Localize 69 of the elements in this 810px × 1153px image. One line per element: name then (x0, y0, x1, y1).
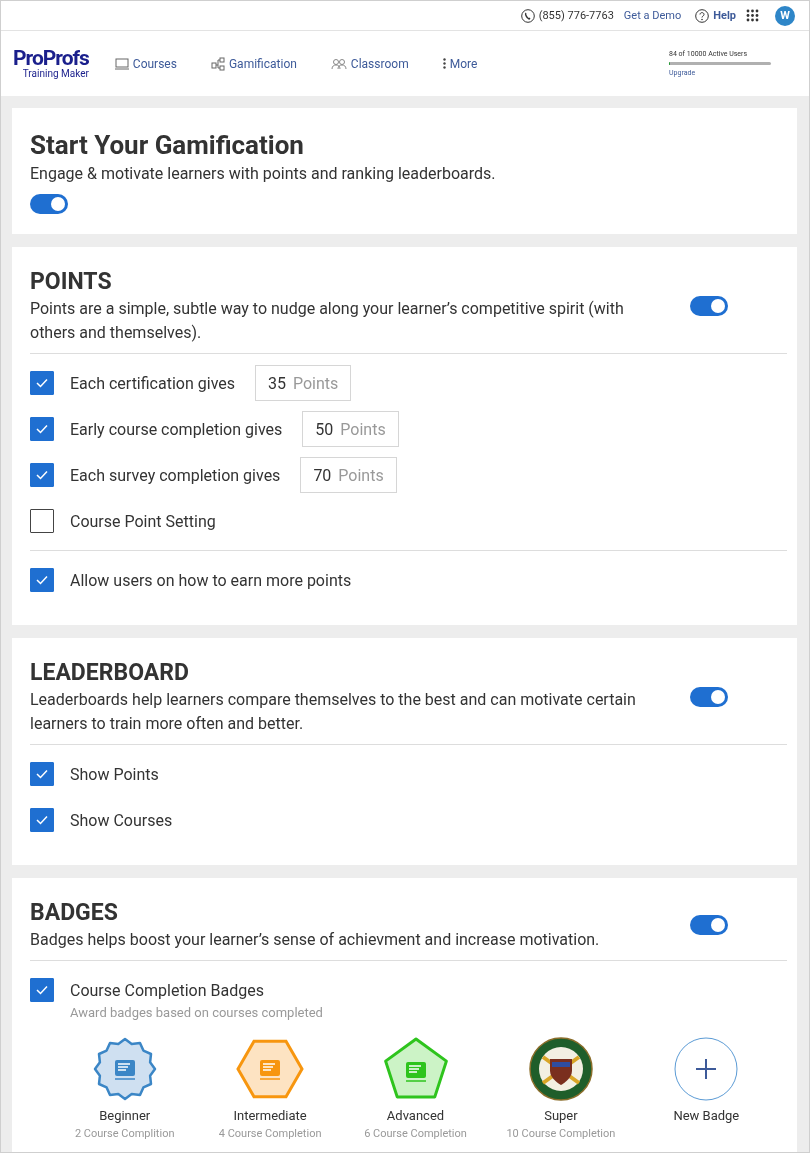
option-label: Course Completion Badges (70, 980, 264, 1000)
checkbox[interactable] (30, 978, 54, 1002)
option-label: Each certification gives (70, 373, 235, 393)
badge-icon (91, 1036, 158, 1102)
checkmark-icon (36, 769, 48, 779)
nav-link[interactable]: More (442, 56, 478, 71)
apps-grid-icon[interactable] (746, 9, 759, 22)
section-description: Badges helps boost your learner’s sense of achievment and increase motivation. (30, 929, 601, 951)
checkbox[interactable] (30, 371, 54, 395)
option-label: Allow users on how to earn more points (70, 570, 352, 590)
badge-requirement: 2 Course Complition (74, 1127, 175, 1140)
user-avatar[interactable]: W (775, 5, 795, 26)
checkmark-icon (36, 575, 48, 585)
toggle-switch[interactable] (690, 915, 728, 935)
emblem-icon (528, 1037, 593, 1101)
section-description: Points are a simple, subtle way to nudge along your learner’s competitive spirit (with others and themselves). (30, 298, 625, 344)
demo-link[interactable]: Get a Demo (623, 9, 682, 22)
points-field[interactable]: 50 Points (302, 411, 399, 447)
badge-icon (235, 1038, 306, 1100)
checkbox[interactable] (30, 463, 54, 487)
checkmark-icon (36, 985, 48, 995)
people-icon (330, 57, 347, 70)
checkbox[interactable] (30, 808, 54, 832)
checkmark-icon (36, 470, 48, 480)
badge-requirement: 10 Course Completion (506, 1127, 616, 1140)
badge-name: Beginner (99, 1108, 151, 1123)
option-label: Course Point Setting (70, 511, 216, 531)
section-title: BADGES (30, 898, 119, 928)
option-hint: Award badges based on courses completed (70, 1005, 324, 1020)
option-label: Show Courses (70, 810, 173, 830)
badge-name: Advanced (386, 1108, 445, 1123)
option-label: Early course completion gives (70, 419, 283, 439)
nav-link[interactable]: Gamification (210, 56, 297, 71)
more-icon (442, 58, 446, 69)
badge-name: Super (544, 1108, 578, 1123)
checkbox[interactable] (30, 417, 54, 441)
section-title: LEADERBOARD (30, 658, 190, 688)
points-field[interactable]: 35 Points (255, 365, 352, 401)
checkbox[interactable] (30, 509, 54, 533)
monitor-icon (114, 57, 129, 70)
checkmark-icon (36, 378, 48, 388)
nav-link[interactable]: Courses (114, 56, 177, 71)
toggle-switch[interactable] (30, 194, 68, 214)
badge-name: Intermediate (233, 1108, 307, 1123)
help-icon[interactable] (695, 8, 710, 23)
badge-requirement: 4 Course Completion (218, 1127, 322, 1140)
points-field[interactable]: 70 Points (300, 457, 397, 493)
badge-name: New Badge (673, 1108, 740, 1123)
intro-description: Engage & motivate learners with points and ranking leaderboards. (30, 163, 497, 185)
badge-icon (381, 1037, 450, 1101)
option-label: Each survey completion gives (70, 465, 281, 485)
badge-requirement: 6 Course Completion (364, 1127, 467, 1140)
checkbox[interactable] (30, 762, 54, 786)
phone-icon (520, 8, 535, 23)
section-description: Leaderboards help learners compare themselves to the best and can motivate certain learners to train more often and better. (30, 689, 637, 735)
add-badge-icon[interactable] (674, 1037, 739, 1101)
toggle-switch[interactable] (690, 687, 728, 707)
checkmark-icon (36, 815, 48, 825)
help-link[interactable]: Help (713, 9, 736, 22)
checkbox[interactable] (30, 568, 54, 592)
phone-number: (855) 776-7763 (538, 9, 614, 22)
toggle-switch[interactable] (690, 296, 728, 316)
checkmark-icon (36, 424, 48, 434)
logo[interactable]: ProProfs Training Maker (13, 48, 89, 79)
nav-link[interactable]: Classroom (330, 56, 409, 71)
hierarchy-icon (210, 56, 225, 71)
option-label: Show Points (70, 764, 159, 784)
page-title: Start Your Gamification (30, 129, 305, 162)
section-title: POINTS (30, 267, 113, 297)
